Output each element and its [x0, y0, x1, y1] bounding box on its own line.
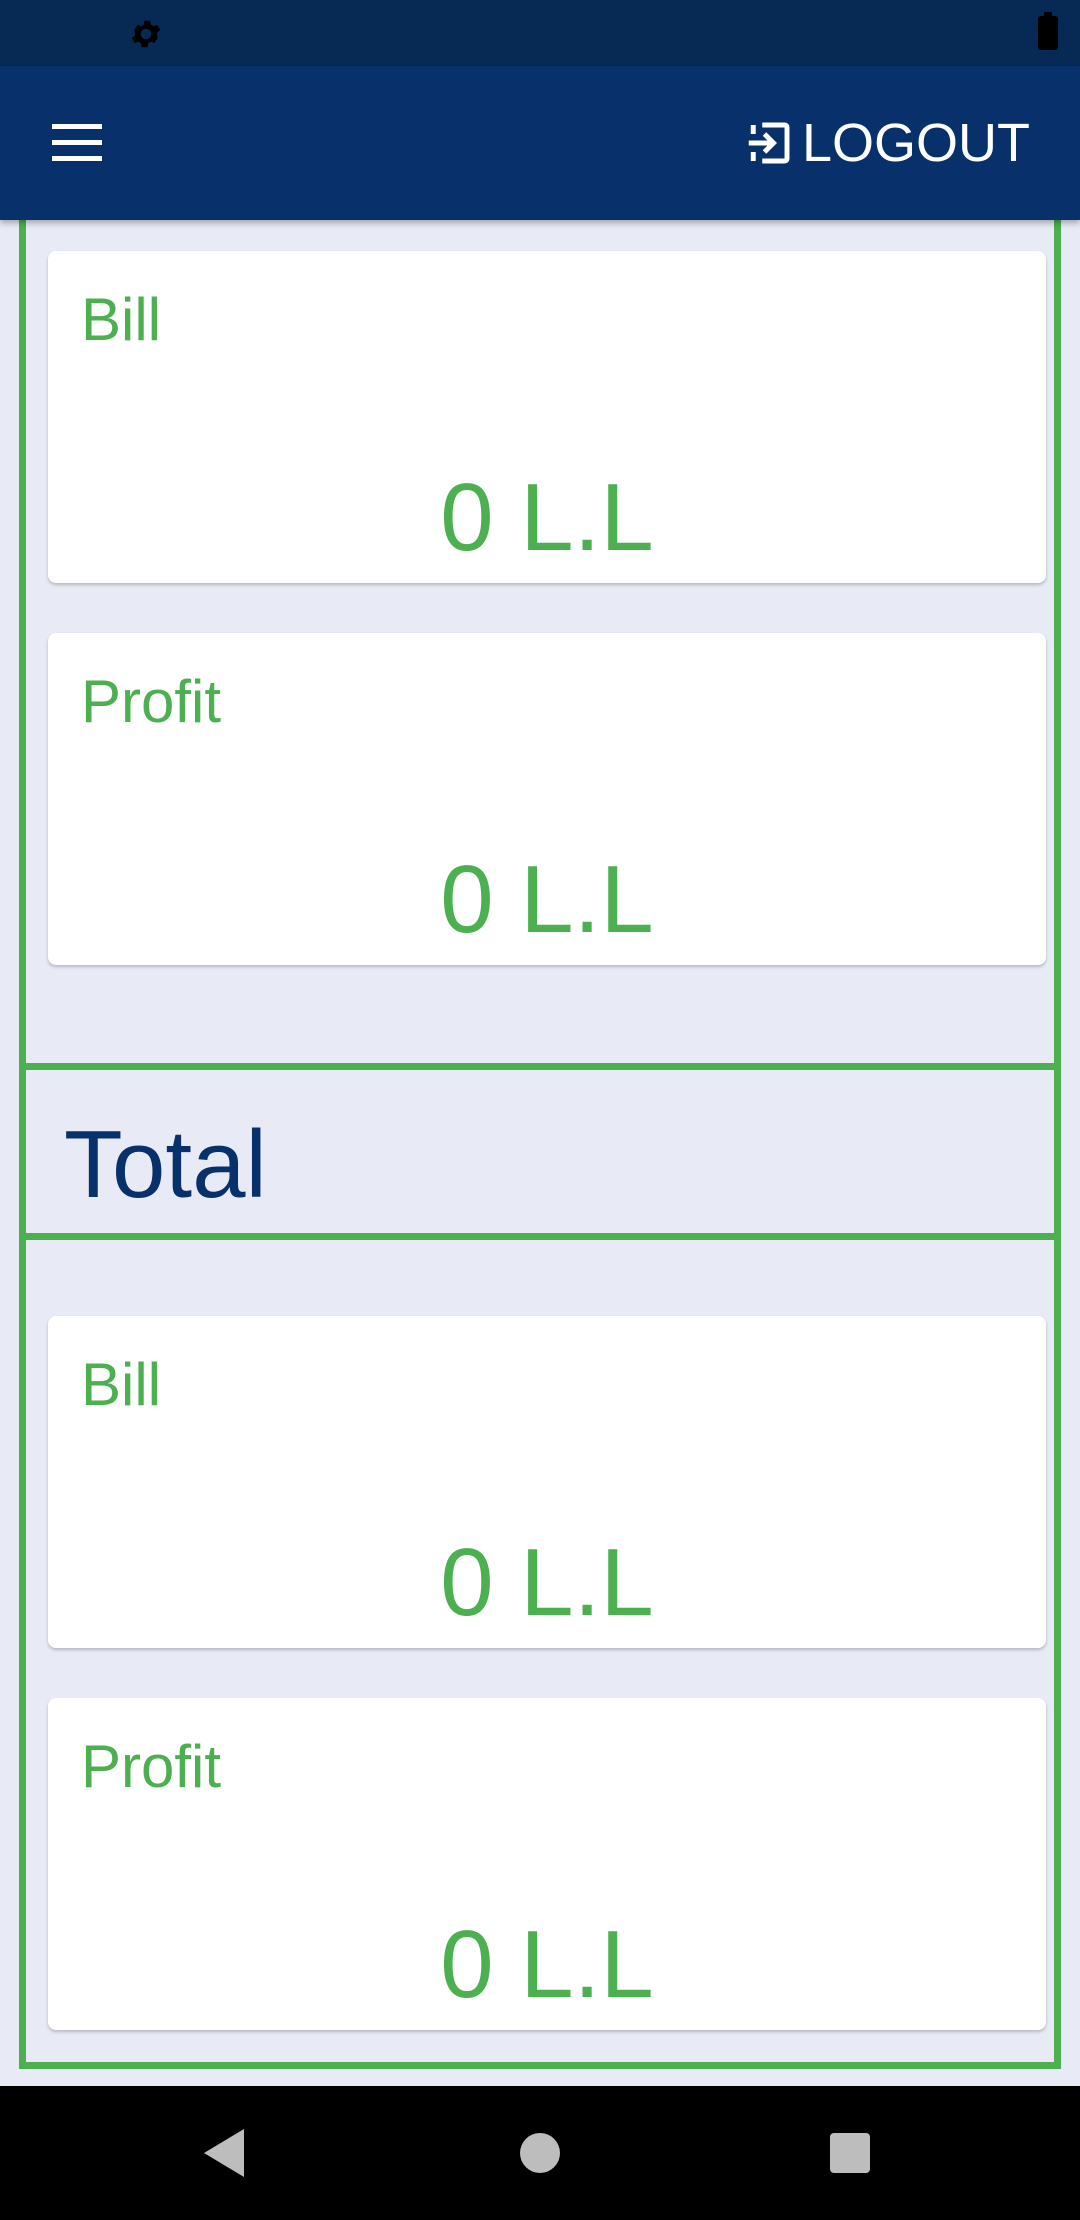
- recent-apps-icon[interactable]: [830, 2133, 870, 2173]
- bill-value: 0 L.L: [440, 464, 654, 571]
- total-title: Total: [64, 1111, 267, 1218]
- hamburger-icon-line: [52, 156, 102, 161]
- hamburger-icon-line: [52, 140, 102, 145]
- logout-icon: [748, 122, 790, 164]
- total-bill-value: 0 L.L: [440, 1529, 654, 1636]
- back-icon[interactable]: [204, 2129, 244, 2177]
- profit-label: Profit: [81, 668, 222, 735]
- bill-card: Bill 0 L.L: [48, 251, 1046, 583]
- bill-label: Bill: [81, 286, 162, 353]
- total-bill-label: Bill: [81, 1351, 162, 1418]
- battery-icon: [1038, 12, 1058, 50]
- settings-gear-icon: [131, 20, 161, 48]
- app-bar: LOGOUT: [0, 66, 1080, 220]
- system-nav-bar: [0, 2086, 1080, 2220]
- total-bill-card: Bill 0 L.L: [48, 1316, 1046, 1648]
- total-profit-card: Profit 0 L.L: [48, 1698, 1046, 2030]
- total-profit-value: 0 L.L: [440, 1911, 654, 2018]
- menu-button[interactable]: [40, 116, 114, 170]
- status-bar: [0, 0, 1080, 66]
- logout-label: LOGOUT: [801, 113, 1030, 173]
- hamburger-icon-line: [52, 124, 102, 129]
- home-icon[interactable]: [520, 2133, 560, 2173]
- profit-value: 0 L.L: [440, 846, 654, 953]
- profit-card: Profit 0 L.L: [48, 633, 1046, 965]
- logout-button[interactable]: LOGOUT: [742, 110, 1030, 176]
- total-profit-label: Profit: [81, 1733, 222, 1800]
- dashboard-content[interactable]: Bill 0 L.L Profit 0 L.L Total Bill 0 L.L…: [0, 220, 1080, 2086]
- total-section: Total Bill 0 L.L Profit 0 L.L: [19, 1063, 1061, 2069]
